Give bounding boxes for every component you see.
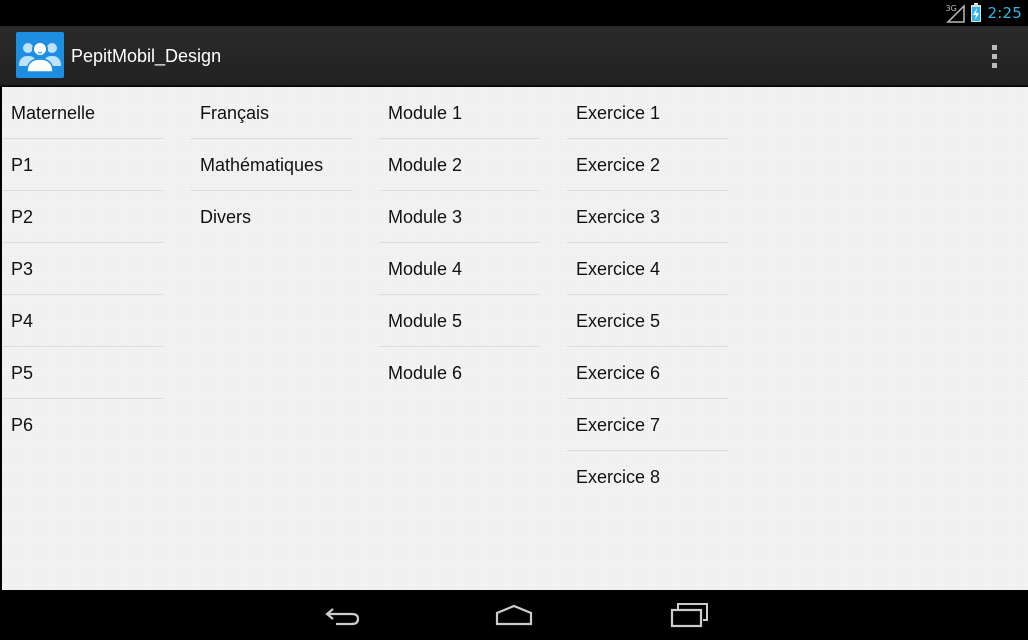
- list-item-module[interactable]: Module 1: [379, 87, 540, 139]
- list-item-exercise[interactable]: Exercice 7: [567, 399, 728, 451]
- list-item-exercise[interactable]: Exercice 4: [567, 243, 728, 295]
- action-bar: PepitMobil_Design: [0, 26, 1028, 86]
- list-item-subject[interactable]: Divers: [191, 191, 352, 243]
- subjects-list: Français Mathématiques Divers: [191, 87, 352, 243]
- list-item-exercise[interactable]: Exercice 5: [567, 295, 728, 347]
- list-item-level[interactable]: P6: [2, 399, 164, 451]
- list-item-module[interactable]: Module 6: [379, 347, 540, 399]
- list-item-exercise[interactable]: Exercice 6: [567, 347, 728, 399]
- navigation-bar: [0, 590, 1028, 640]
- people-group-icon[interactable]: [16, 32, 64, 78]
- list-item-exercise[interactable]: Exercice 8: [567, 451, 728, 503]
- recent-apps-icon[interactable]: [670, 602, 710, 628]
- list-item-module[interactable]: Module 2: [379, 139, 540, 191]
- back-icon[interactable]: [322, 602, 362, 628]
- list-item-exercise[interactable]: Exercice 3: [567, 191, 728, 243]
- levels-list: Maternelle P1 P2 P3 P4 P5 P6: [2, 87, 164, 451]
- status-bar: 3G 2:25: [0, 0, 1028, 26]
- list-item-module[interactable]: Module 5: [379, 295, 540, 347]
- content-area: Maternelle P1 P2 P3 P4 P5 P6 Français Ma…: [2, 87, 1028, 590]
- list-item-level[interactable]: P3: [2, 243, 164, 295]
- list-item-subject[interactable]: Mathématiques: [191, 139, 352, 191]
- list-item-module[interactable]: Module 4: [379, 243, 540, 295]
- list-item-exercise[interactable]: Exercice 2: [567, 139, 728, 191]
- list-item-level[interactable]: P5: [2, 347, 164, 399]
- exercises-list: Exercice 1 Exercice 2 Exercice 3 Exercic…: [567, 87, 728, 503]
- list-item-exercise[interactable]: Exercice 1: [567, 87, 728, 139]
- list-item-subject[interactable]: Français: [191, 87, 352, 139]
- home-icon[interactable]: [494, 602, 534, 628]
- list-item-module[interactable]: Module 3: [379, 191, 540, 243]
- app-title: PepitMobil_Design: [71, 46, 222, 66]
- list-item-level[interactable]: P4: [2, 295, 164, 347]
- battery-charging-icon: [970, 3, 982, 23]
- overflow-menu-icon[interactable]: [982, 38, 1006, 74]
- signal-icon: 3G: [946, 3, 966, 23]
- status-icons: 3G 2:25: [946, 0, 1022, 26]
- list-item-level[interactable]: P2: [2, 191, 164, 243]
- modules-list: Module 1 Module 2 Module 3 Module 4 Modu…: [379, 87, 540, 399]
- network-type-label: 3G: [945, 4, 957, 13]
- list-item-level[interactable]: P1: [2, 139, 164, 191]
- list-item-level[interactable]: Maternelle: [2, 87, 164, 139]
- clock: 2:25: [987, 4, 1022, 22]
